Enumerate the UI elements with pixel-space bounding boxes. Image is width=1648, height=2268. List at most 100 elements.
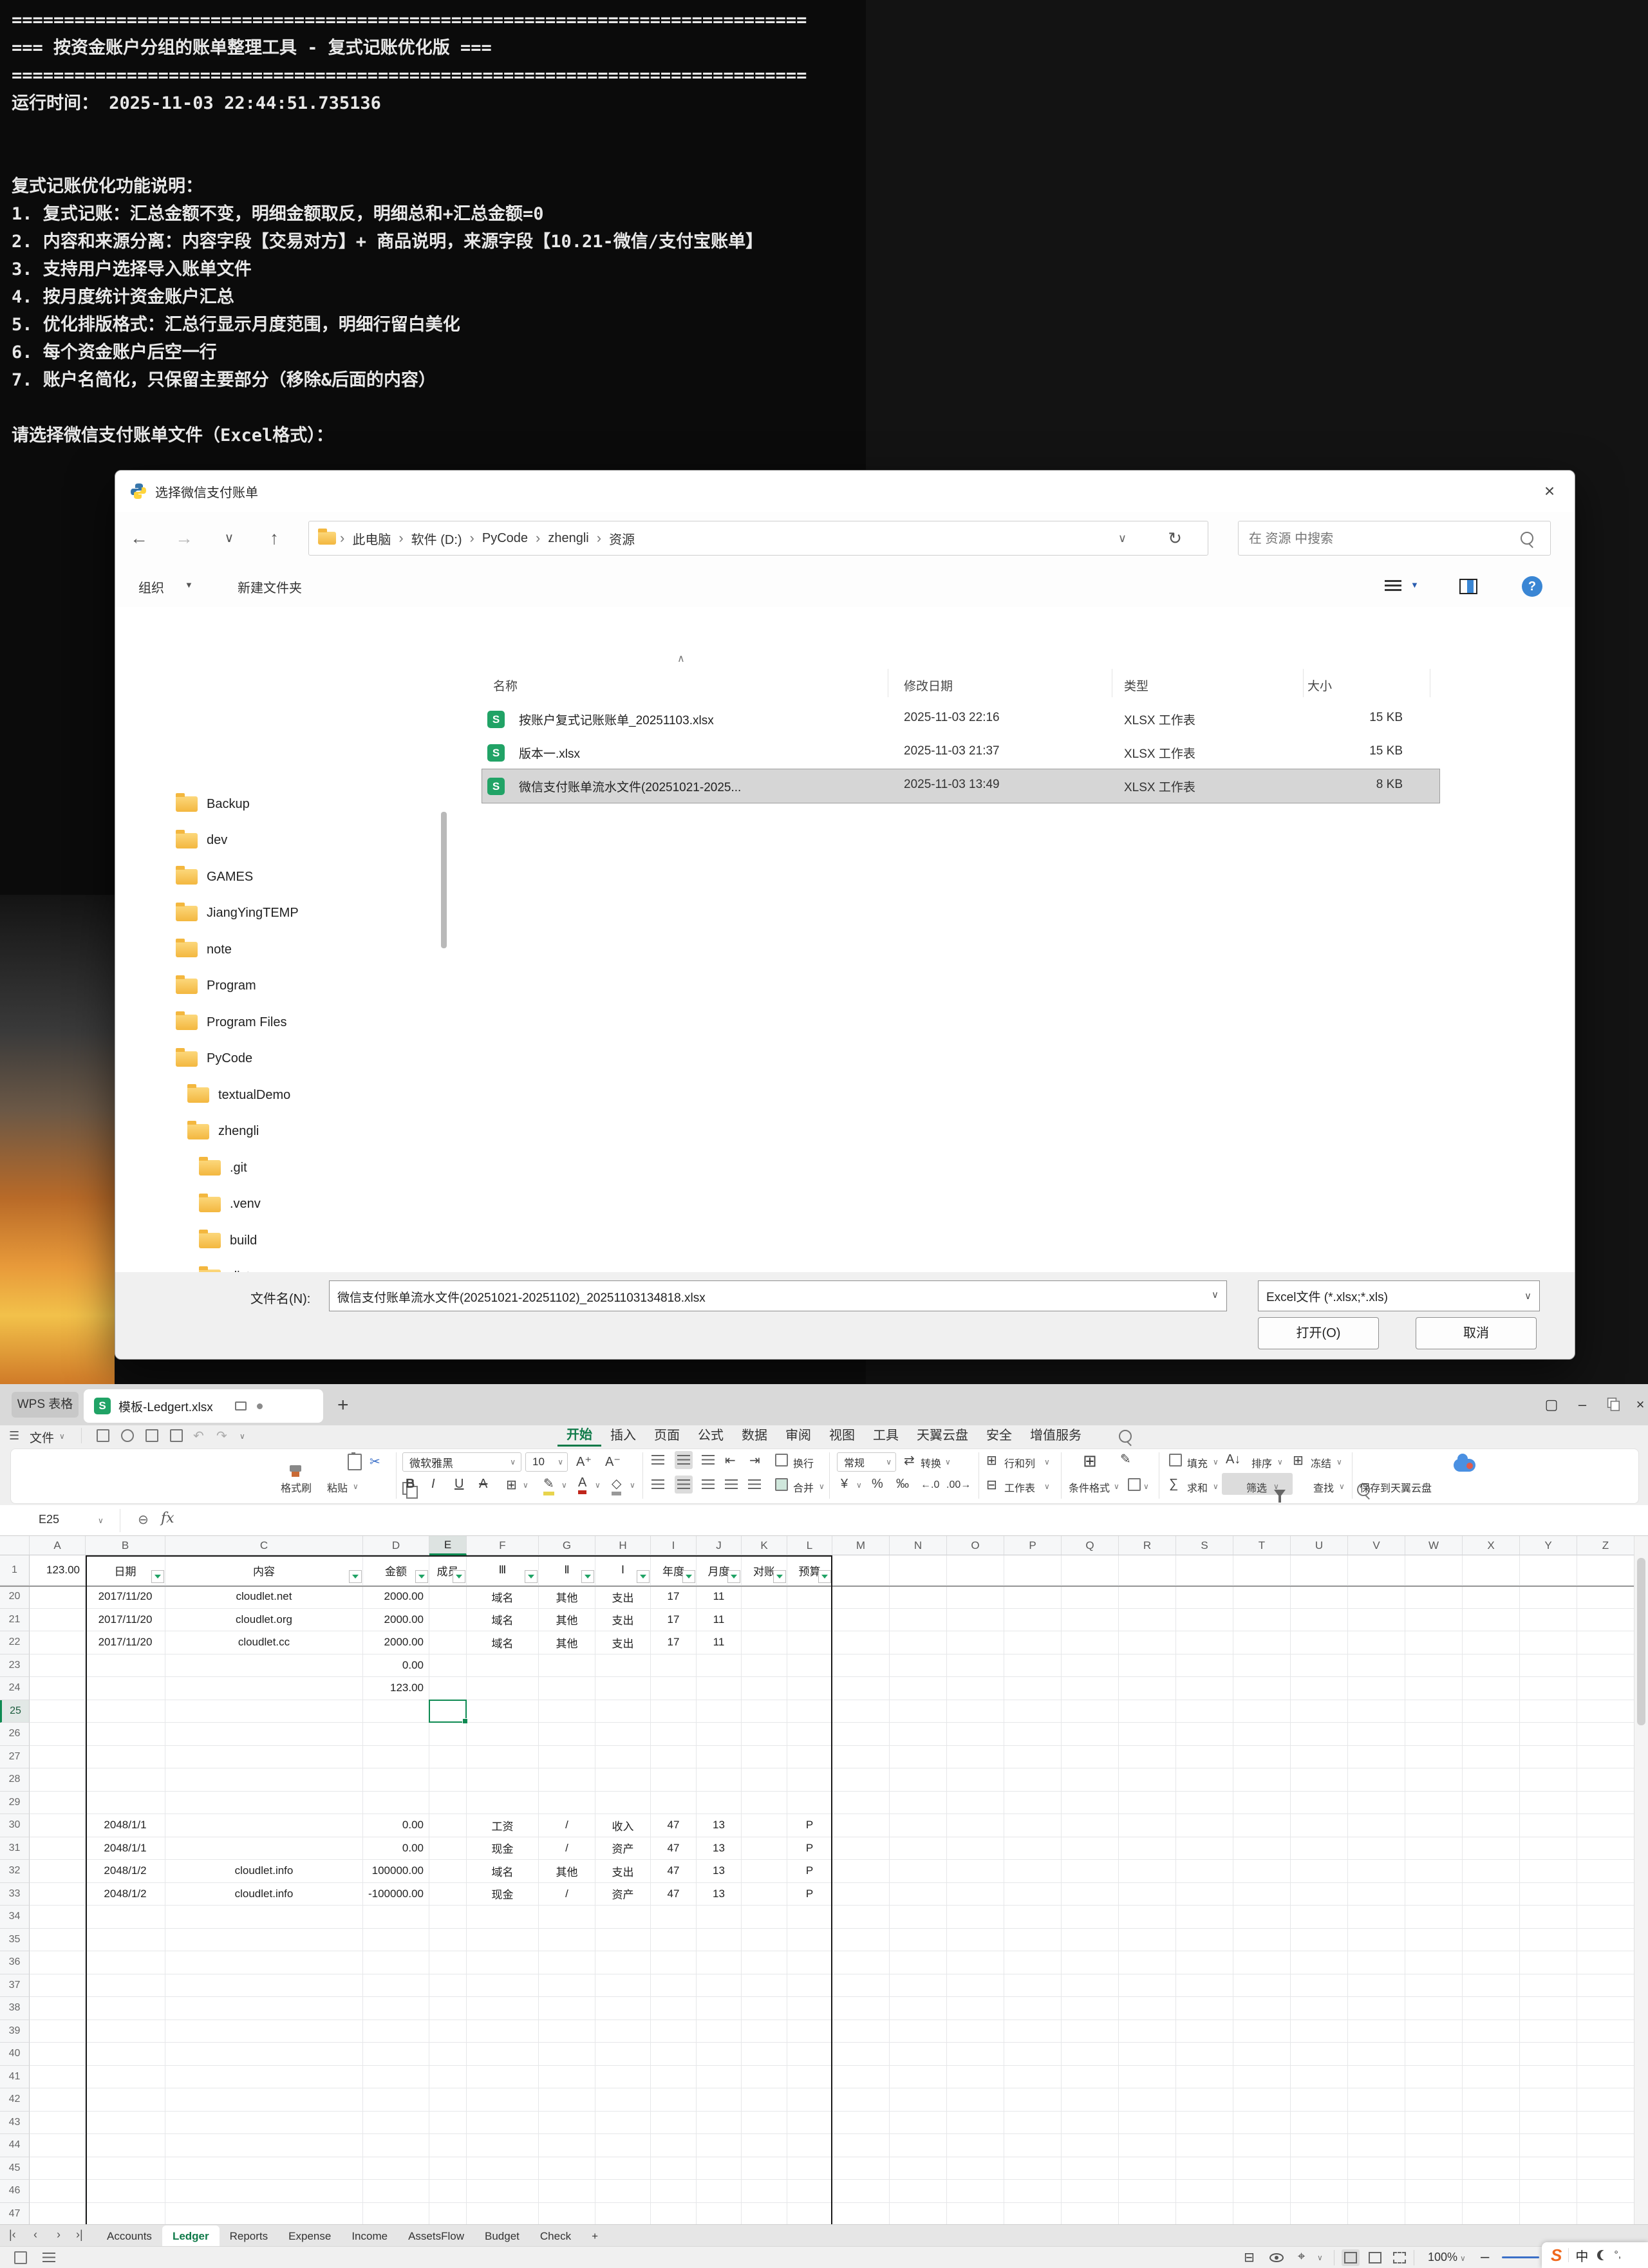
- cell-S39[interactable]: [1176, 2020, 1233, 2043]
- cell-D27[interactable]: [363, 1746, 429, 1769]
- cell-P46[interactable]: [1004, 2180, 1062, 2203]
- cell-K47[interactable]: [742, 2203, 787, 2225]
- column-header-size[interactable]: 大小: [1307, 677, 1332, 694]
- cell-N30[interactable]: [890, 1814, 947, 1837]
- cell-Q43[interactable]: [1062, 2112, 1119, 2135]
- cell-U42[interactable]: [1291, 2088, 1348, 2112]
- cell-J22[interactable]: 11: [697, 1631, 742, 1654]
- address-dropdown-icon[interactable]: ∨: [1118, 532, 1127, 545]
- cell-C44[interactable]: [165, 2134, 363, 2157]
- cell-Y38[interactable]: [1520, 1997, 1577, 2020]
- cell-J23[interactable]: [697, 1654, 742, 1678]
- save-icon[interactable]: [97, 1429, 109, 1442]
- cell-X42[interactable]: [1463, 2088, 1520, 2112]
- cell-V42[interactable]: [1348, 2088, 1405, 2112]
- hamburger-icon[interactable]: ☰: [9, 1429, 19, 1443]
- cell-N38[interactable]: [890, 1997, 947, 2020]
- cell-Y40[interactable]: [1520, 2043, 1577, 2066]
- row-header-30[interactable]: 30: [0, 1814, 30, 1837]
- cell-M38[interactable]: [832, 1997, 890, 2020]
- cell-J30[interactable]: 13: [697, 1814, 742, 1837]
- merge-cells-icon[interactable]: [775, 1478, 788, 1491]
- cell-W39[interactable]: [1405, 2020, 1463, 2043]
- font-color-icon[interactable]: A: [578, 1476, 586, 1494]
- cell-F34[interactable]: [467, 1906, 539, 1929]
- cell-U40[interactable]: [1291, 2043, 1348, 2066]
- help-icon[interactable]: ?: [1522, 576, 1542, 597]
- cell-K26[interactable]: [742, 1723, 787, 1746]
- row-header-27[interactable]: 27: [0, 1746, 30, 1769]
- cell-F40[interactable]: [467, 2043, 539, 2066]
- cell-K41[interactable]: [742, 2066, 787, 2089]
- page-break-view-icon[interactable]: [1393, 2252, 1406, 2263]
- cell-X32[interactable]: [1463, 1860, 1520, 1883]
- cell-E28[interactable]: [429, 1768, 467, 1792]
- cell-U24[interactable]: [1291, 1677, 1348, 1700]
- cell-J1[interactable]: 月度: [697, 1555, 742, 1586]
- cell-M26[interactable]: [832, 1723, 890, 1746]
- cell-D44[interactable]: [363, 2134, 429, 2157]
- cell-F24[interactable]: [467, 1677, 539, 1700]
- recent-chevron-icon[interactable]: ∨: [213, 522, 245, 554]
- cell-N24[interactable]: [890, 1677, 947, 1700]
- cell-L39[interactable]: [787, 2020, 832, 2043]
- cell-Q24[interactable]: [1062, 1677, 1119, 1700]
- cell-L31[interactable]: P: [787, 1837, 832, 1860]
- italic-icon[interactable]: I: [431, 1477, 435, 1492]
- filter-dropdown-icon[interactable]: [682, 1570, 695, 1583]
- cell-G47[interactable]: [539, 2203, 595, 2225]
- ribbon-tab-视图[interactable]: 视图: [820, 1426, 864, 1445]
- restore-icon[interactable]: [1599, 1394, 1625, 1415]
- cell-Z30[interactable]: [1577, 1814, 1634, 1837]
- cell-Q20[interactable]: [1062, 1586, 1119, 1609]
- cell-R23[interactable]: [1119, 1654, 1176, 1678]
- cell-H42[interactable]: [595, 2088, 651, 2112]
- cell-Y22[interactable]: [1520, 1631, 1577, 1654]
- cancel-button[interactable]: 取消: [1416, 1317, 1537, 1349]
- cell-F32[interactable]: 域名: [467, 1860, 539, 1883]
- cell-K43[interactable]: [742, 2112, 787, 2135]
- cell-S31[interactable]: [1176, 1837, 1233, 1860]
- cell-U39[interactable]: [1291, 2020, 1348, 2043]
- cell-Q45[interactable]: [1062, 2157, 1119, 2180]
- cell-U20[interactable]: [1291, 1586, 1348, 1609]
- cell-Y43[interactable]: [1520, 2112, 1577, 2135]
- preview-pane-icon[interactable]: [1459, 579, 1477, 594]
- cell-N44[interactable]: [890, 2134, 947, 2157]
- cell-U41[interactable]: [1291, 2066, 1348, 2089]
- cell-M41[interactable]: [832, 2066, 890, 2089]
- cell-B20[interactable]: 2017/11/20: [86, 1586, 165, 1609]
- freeze-button[interactable]: 冻结: [1311, 1455, 1331, 1470]
- cell-E21[interactable]: [429, 1609, 467, 1632]
- cell-Q44[interactable]: [1062, 2134, 1119, 2157]
- cell-Y1[interactable]: [1520, 1555, 1577, 1586]
- cell-Q34[interactable]: [1062, 1906, 1119, 1929]
- cell-T26[interactable]: [1233, 1723, 1291, 1746]
- sidebar-item-program[interactable]: Program: [176, 971, 256, 1001]
- cell-W32[interactable]: [1405, 1860, 1463, 1883]
- cell-P21[interactable]: [1004, 1609, 1062, 1632]
- cell-H41[interactable]: [595, 2066, 651, 2089]
- cell-O23[interactable]: [947, 1654, 1004, 1678]
- filter-dropdown-icon[interactable]: [415, 1570, 428, 1583]
- cell-V36[interactable]: [1348, 1951, 1405, 1974]
- cell-D34[interactable]: [363, 1906, 429, 1929]
- quickbar-chevron-icon[interactable]: ∨: [239, 1432, 245, 1441]
- file-row[interactable]: S微信支付账单流水文件(20251021-2025...2025-11-03 1…: [482, 769, 1439, 803]
- row-header-31[interactable]: 31: [0, 1837, 30, 1860]
- moon-icon[interactable]: [1597, 2250, 1607, 2260]
- align-justify-icon[interactable]: [725, 1479, 738, 1489]
- cell-L40[interactable]: [787, 2043, 832, 2066]
- cell-L45[interactable]: [787, 2157, 832, 2180]
- cell-W34[interactable]: [1405, 1906, 1463, 1929]
- cell-D33[interactable]: -100000.00: [363, 1883, 429, 1906]
- cell-F36[interactable]: [467, 1951, 539, 1974]
- cell-V1[interactable]: [1348, 1555, 1405, 1586]
- cell-G39[interactable]: [539, 2020, 595, 2043]
- cell-O43[interactable]: [947, 2112, 1004, 2135]
- cell-C45[interactable]: [165, 2157, 363, 2180]
- cell-X1[interactable]: [1463, 1555, 1520, 1586]
- cell-Y41[interactable]: [1520, 2066, 1577, 2089]
- cell-A46[interactable]: [30, 2180, 86, 2203]
- cell-V46[interactable]: [1348, 2180, 1405, 2203]
